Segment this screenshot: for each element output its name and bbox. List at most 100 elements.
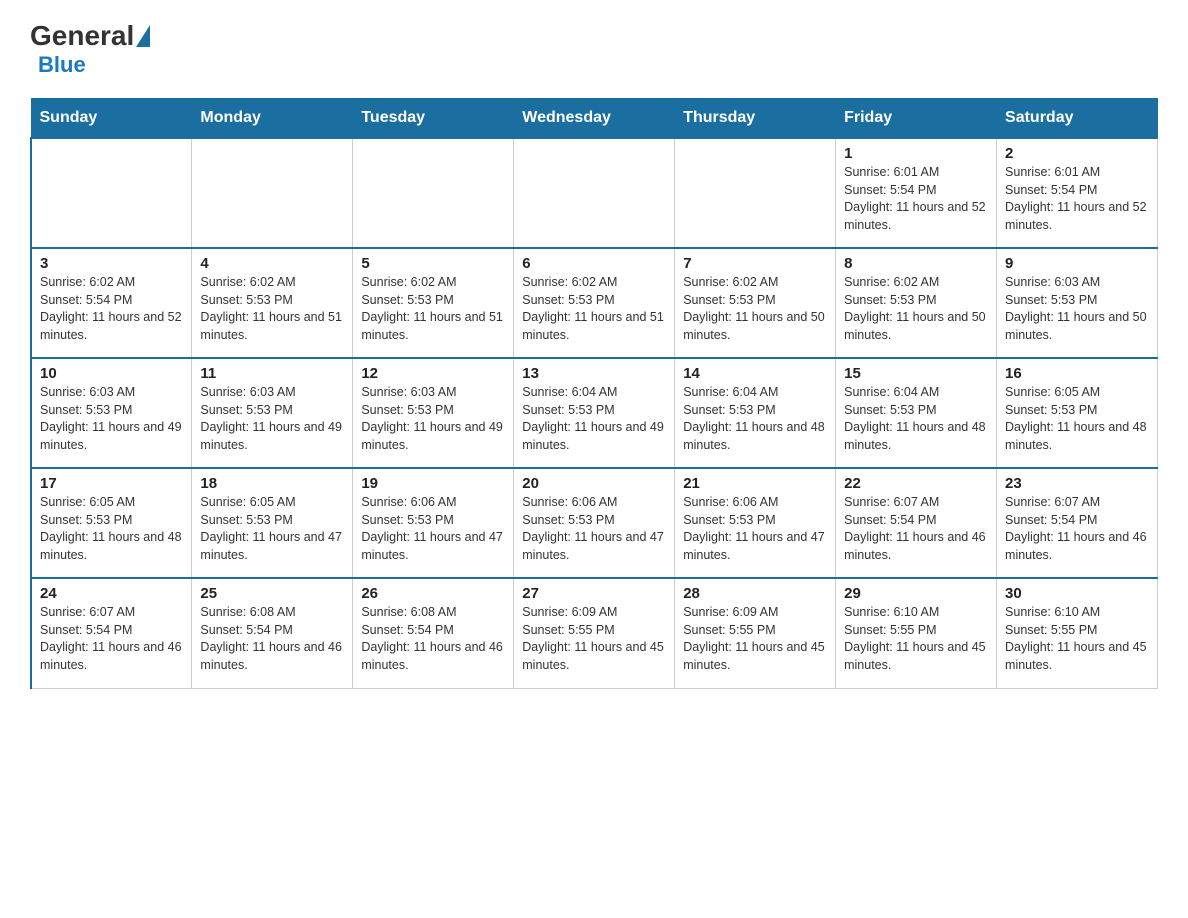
day-number: 13 (522, 365, 666, 382)
logo-triangle-icon (136, 25, 150, 47)
calendar-cell: 12 Sunrise: 6:03 AM Sunset: 5:53 PM Dayli… (353, 358, 514, 468)
day-info: Sunrise: 6:02 AM Sunset: 5:53 PM Dayligh… (361, 274, 505, 344)
day-number: 9 (1005, 255, 1149, 272)
logo-general-text: General (30, 20, 134, 52)
day-number: 14 (683, 365, 827, 382)
weekday-header-tuesday: Tuesday (353, 99, 514, 139)
day-number: 8 (844, 255, 988, 272)
day-info: Sunrise: 6:10 AM Sunset: 5:55 PM Dayligh… (844, 604, 988, 674)
day-number: 4 (200, 255, 344, 272)
calendar-cell: 5 Sunrise: 6:02 AM Sunset: 5:53 PM Daylig… (353, 248, 514, 358)
day-number: 12 (361, 365, 505, 382)
header: General Blue (30, 20, 1158, 78)
week-row-2: 3 Sunrise: 6:02 AM Sunset: 5:54 PM Daylig… (31, 248, 1158, 358)
day-number: 20 (522, 475, 666, 492)
calendar-cell: 19 Sunrise: 6:06 AM Sunset: 5:53 PM Dayli… (353, 468, 514, 578)
day-number: 25 (200, 585, 344, 602)
calendar-cell: 1Sunrise: 6:01 AM Sunset: 5:54 PM Daylig… (836, 138, 997, 248)
weekday-header-sunday: Sunday (31, 99, 192, 139)
day-number: 6 (522, 255, 666, 272)
weekday-header-saturday: Saturday (997, 99, 1158, 139)
calendar-cell: 4Sunrise: 6:02 AM Sunset: 5:53 PM Daylig… (192, 248, 353, 358)
day-number: 2 (1005, 145, 1149, 162)
day-info: Sunrise: 6:07 AM Sunset: 5:54 PM Dayligh… (844, 494, 988, 564)
logo-blue-text: Blue (38, 52, 86, 77)
day-info: Sunrise: 6:04 AM Sunset: 5:53 PM Dayligh… (522, 384, 666, 454)
day-info: Sunrise: 6:06 AM Sunset: 5:53 PM Dayligh… (361, 494, 505, 564)
calendar-cell: 30 Sunrise: 6:10 AM Sunset: 5:55 PM Dayli… (997, 578, 1158, 688)
weekday-header-wednesday: Wednesday (514, 99, 675, 139)
day-info: Sunrise: 6:08 AM Sunset: 5:54 PM Dayligh… (200, 604, 344, 674)
day-number: 19 (361, 475, 505, 492)
calendar-cell: 6 Sunrise: 6:02 AM Sunset: 5:53 PM Daylig… (514, 248, 675, 358)
calendar-cell: 17 Sunrise: 6:05 AM Sunset: 5:53 PM Dayli… (31, 468, 192, 578)
day-info: Sunrise: 6:02 AM Sunset: 5:53 PM Dayligh… (683, 274, 827, 344)
weekday-header-friday: Friday (836, 99, 997, 139)
calendar-cell: 13 Sunrise: 6:04 AM Sunset: 5:53 PM Dayli… (514, 358, 675, 468)
calendar-cell: 27Sunrise: 6:09 AM Sunset: 5:55 PM Dayli… (514, 578, 675, 688)
calendar-cell: 2Sunrise: 6:01 AM Sunset: 5:54 PM Daylig… (997, 138, 1158, 248)
day-number: 7 (683, 255, 827, 272)
day-info: Sunrise: 6:02 AM Sunset: 5:54 PM Dayligh… (40, 274, 183, 344)
day-info: Sunrise: 6:05 AM Sunset: 5:53 PM Dayligh… (1005, 384, 1149, 454)
day-number: 5 (361, 255, 505, 272)
calendar-cell (353, 138, 514, 248)
calendar-cell: 18 Sunrise: 6:05 AM Sunset: 5:53 PM Dayli… (192, 468, 353, 578)
week-row-3: 10 Sunrise: 6:03 AM Sunset: 5:53 PM Dayli… (31, 358, 1158, 468)
calendar-cell: 29 Sunrise: 6:10 AM Sunset: 5:55 PM Dayli… (836, 578, 997, 688)
day-info: Sunrise: 6:03 AM Sunset: 5:53 PM Dayligh… (200, 384, 344, 454)
day-info: Sunrise: 6:02 AM Sunset: 5:53 PM Dayligh… (844, 274, 988, 344)
weekday-header-thursday: Thursday (675, 99, 836, 139)
day-number: 15 (844, 365, 988, 382)
day-number: 16 (1005, 365, 1149, 382)
week-row-4: 17 Sunrise: 6:05 AM Sunset: 5:53 PM Dayli… (31, 468, 1158, 578)
calendar-cell: 16 Sunrise: 6:05 AM Sunset: 5:53 PM Dayli… (997, 358, 1158, 468)
day-info: Sunrise: 6:09 AM Sunset: 5:55 PM Dayligh… (522, 604, 666, 674)
day-info: Sunrise: 6:07 AM Sunset: 5:54 PM Dayligh… (1005, 494, 1149, 564)
calendar-cell: 8 Sunrise: 6:02 AM Sunset: 5:53 PM Daylig… (836, 248, 997, 358)
week-row-5: 24Sunrise: 6:07 AM Sunset: 5:54 PM Dayli… (31, 578, 1158, 688)
day-info: Sunrise: 6:09 AM Sunset: 5:55 PM Dayligh… (683, 604, 827, 674)
day-info: Sunrise: 6:10 AM Sunset: 5:55 PM Dayligh… (1005, 604, 1149, 674)
day-info: Sunrise: 6:03 AM Sunset: 5:53 PM Dayligh… (361, 384, 505, 454)
calendar-cell: 21Sunrise: 6:06 AM Sunset: 5:53 PM Dayli… (675, 468, 836, 578)
calendar-cell: 7 Sunrise: 6:02 AM Sunset: 5:53 PM Daylig… (675, 248, 836, 358)
calendar-cell: 9Sunrise: 6:03 AM Sunset: 5:53 PM Daylig… (997, 248, 1158, 358)
day-info: Sunrise: 6:02 AM Sunset: 5:53 PM Dayligh… (522, 274, 666, 344)
calendar-table: SundayMondayTuesdayWednesdayThursdayFrid… (30, 98, 1158, 689)
logo: General Blue (30, 20, 152, 78)
calendar-cell: 23 Sunrise: 6:07 AM Sunset: 5:54 PM Dayli… (997, 468, 1158, 578)
calendar-cell: 3 Sunrise: 6:02 AM Sunset: 5:54 PM Daylig… (31, 248, 192, 358)
day-number: 29 (844, 585, 988, 602)
calendar-cell (675, 138, 836, 248)
day-number: 28 (683, 585, 827, 602)
calendar-cell: 28 Sunrise: 6:09 AM Sunset: 5:55 PM Dayli… (675, 578, 836, 688)
day-number: 3 (40, 255, 183, 272)
calendar-cell (514, 138, 675, 248)
day-info: Sunrise: 6:01 AM Sunset: 5:54 PM Dayligh… (844, 164, 988, 234)
calendar-cell: 26Sunrise: 6:08 AM Sunset: 5:54 PM Dayli… (353, 578, 514, 688)
day-info: Sunrise: 6:05 AM Sunset: 5:53 PM Dayligh… (200, 494, 344, 564)
calendar-cell: 20 Sunrise: 6:06 AM Sunset: 5:53 PM Dayli… (514, 468, 675, 578)
day-number: 22 (844, 475, 988, 492)
day-info: Sunrise: 6:05 AM Sunset: 5:53 PM Dayligh… (40, 494, 183, 564)
calendar-cell: 10Sunrise: 6:03 AM Sunset: 5:53 PM Dayli… (31, 358, 192, 468)
calendar-cell: 22 Sunrise: 6:07 AM Sunset: 5:54 PM Dayli… (836, 468, 997, 578)
day-number: 23 (1005, 475, 1149, 492)
calendar-cell: 24Sunrise: 6:07 AM Sunset: 5:54 PM Dayli… (31, 578, 192, 688)
day-number: 18 (200, 475, 344, 492)
day-number: 24 (40, 585, 183, 602)
day-info: Sunrise: 6:06 AM Sunset: 5:53 PM Dayligh… (683, 494, 827, 564)
day-number: 30 (1005, 585, 1149, 602)
calendar-cell (31, 138, 192, 248)
day-number: 26 (361, 585, 505, 602)
day-info: Sunrise: 6:04 AM Sunset: 5:53 PM Dayligh… (844, 384, 988, 454)
day-number: 10 (40, 365, 183, 382)
calendar-cell: 11Sunrise: 6:03 AM Sunset: 5:53 PM Dayli… (192, 358, 353, 468)
weekday-header-monday: Monday (192, 99, 353, 139)
week-row-1: 1Sunrise: 6:01 AM Sunset: 5:54 PM Daylig… (31, 138, 1158, 248)
day-number: 17 (40, 475, 183, 492)
day-info: Sunrise: 6:06 AM Sunset: 5:53 PM Dayligh… (522, 494, 666, 564)
day-info: Sunrise: 6:04 AM Sunset: 5:53 PM Dayligh… (683, 384, 827, 454)
calendar-cell: 14 Sunrise: 6:04 AM Sunset: 5:53 PM Dayli… (675, 358, 836, 468)
